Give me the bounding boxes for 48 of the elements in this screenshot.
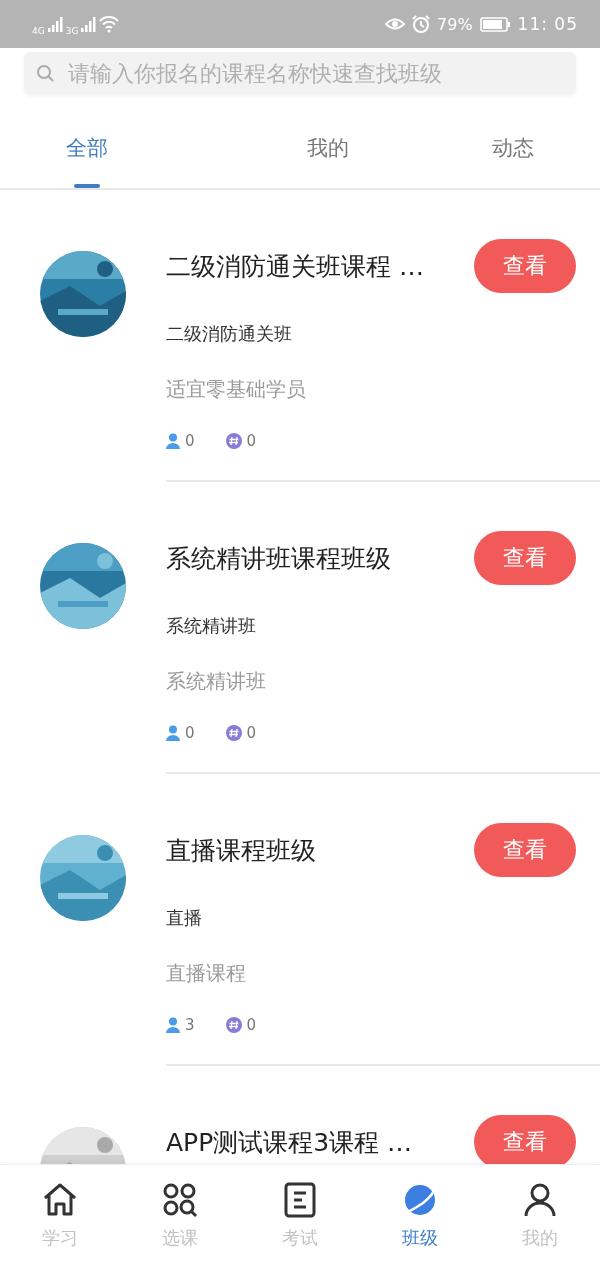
view-button[interactable]: 查看 [474,823,576,877]
class-subtitle: 系统精讲班 [166,614,257,638]
class-title: 直播课程班级 [166,834,317,867]
class-subtitle: 直播 [166,906,203,930]
nav-item[interactable]: 学习 [0,1165,120,1267]
clock: 11: 05 [517,14,578,34]
battery-icon [479,16,511,32]
class-description: 系统精讲班 [166,668,267,695]
person-icon [166,433,180,449]
topic-count: 0 [246,1016,257,1034]
nav-item[interactable]: 我的 [480,1165,600,1267]
eye-icon [385,16,406,32]
hashtag-icon [225,1017,242,1033]
nav-item[interactable]: 班级 [360,1165,480,1267]
search-field[interactable]: 请输入你报名的课程名称快速查找班级 [24,52,576,94]
tab[interactable]: 全部 [0,94,175,188]
member-count: 3 [185,1016,195,1034]
nav-item[interactable]: 考试 [240,1165,360,1267]
person-icon [166,725,180,741]
tab[interactable]: 我的 [174,94,426,188]
view-button[interactable]: 查看 [474,239,576,293]
grid-search-icon [161,1181,199,1219]
topic-count: 0 [246,724,257,742]
hashtag-icon [225,433,242,449]
battery-percent: 79% [437,14,473,34]
network-label: 4G [32,26,45,36]
alarm-icon [412,15,431,33]
signal-icon [81,16,97,32]
class-title: 系统精讲班课程班级 [166,542,392,575]
signal-icon [47,16,63,32]
hashtag-icon [225,725,242,741]
class-title: APP测试课程3课程 … [166,1126,414,1159]
class-subtitle: 二级消防通关班 [166,322,293,346]
member-count: 0 [185,432,195,450]
nav-item[interactable]: 选课 [120,1165,240,1267]
network-label: 3G [65,26,79,36]
view-button[interactable]: 查看 [474,1115,576,1164]
tab[interactable]: 动态 [425,94,600,188]
person-icon [166,1017,180,1033]
class-description: 适宜零基础学员 [166,376,307,403]
view-button[interactable]: 查看 [474,531,576,585]
wifi-icon [99,15,120,33]
search-icon [36,64,54,82]
topic-count: 0 [246,432,257,450]
member-count: 0 [185,724,195,742]
class-title: 二级消防通关班课程 … [166,250,425,283]
class-description: 直播课程 [166,960,247,987]
home-icon [41,1181,79,1219]
